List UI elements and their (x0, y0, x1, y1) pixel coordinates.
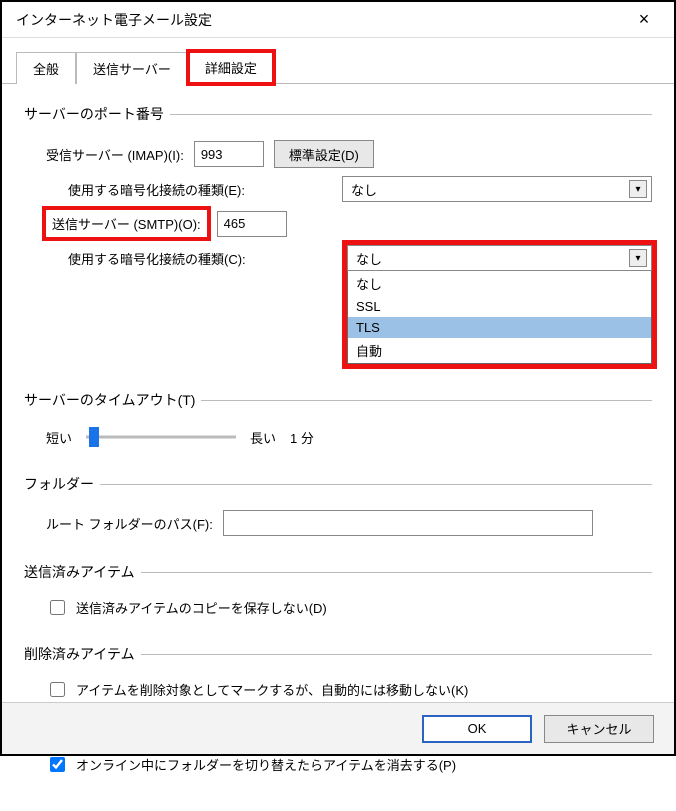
legend-deleted-items: 削除済みアイテム (24, 644, 141, 664)
label-imap: 受信サーバー (IMAP)(I): (46, 145, 184, 164)
select-outgoing-encryption-value: なし (356, 249, 382, 268)
default-settings-button[interactable]: 標準設定(D) (274, 140, 374, 168)
timeout-value: 1 分 (290, 428, 314, 447)
select-outgoing-encryption[interactable]: なし ▾ (347, 245, 652, 271)
ok-button[interactable]: OK (422, 715, 532, 743)
legend-server-ports: サーバーのポート番号 (24, 104, 170, 124)
group-sent-items: 送信済みアイテム 送信済みアイテムのコピーを保存しない(D) (24, 562, 652, 630)
label-dont-save-sent: 送信済みアイテムのコピーを保存しない(D) (76, 598, 327, 617)
titlebar: インターネット電子メール設定 × (2, 2, 674, 38)
tab-strip: 全般 送信サーバー 詳細設定 (2, 38, 674, 84)
tab-advanced[interactable]: 詳細設定 (188, 51, 274, 84)
tab-outgoing-server[interactable]: 送信サーバー (76, 52, 188, 84)
input-imap-port[interactable] (194, 141, 264, 167)
group-folder: フォルダー ルート フォルダーのパス(F): (24, 474, 652, 548)
slider-thumb[interactable] (89, 427, 99, 447)
tab-general[interactable]: 全般 (16, 52, 76, 84)
option-ssl[interactable]: SSL (348, 296, 651, 317)
legend-folder: フォルダー (24, 474, 100, 494)
select-outgoing-encryption-highlight: なし ▾ なし SSL TLS 自動 (347, 245, 652, 364)
label-incoming-encryption: 使用する暗号化接続の種類(E): (68, 180, 245, 199)
cancel-button[interactable]: キャンセル (544, 715, 654, 743)
dropdown-outgoing-encryption: なし SSL TLS 自動 (347, 271, 652, 364)
input-smtp-port[interactable] (217, 211, 287, 237)
label-short: 短い (46, 428, 72, 447)
group-timeout: サーバーのタイムアウト(T) 短い 長い 1 分 (24, 390, 652, 460)
select-incoming-encryption[interactable]: なし ▾ (342, 176, 652, 202)
label-smtp: 送信サーバー (SMTP)(O): (46, 210, 207, 237)
group-server-ports: サーバーのポート番号 受信サーバー (IMAP)(I): 標準設定(D) 使用す… (24, 104, 652, 376)
option-auto[interactable]: 自動 (348, 338, 651, 363)
close-icon[interactable]: × (624, 9, 664, 30)
dialog-window: インターネット電子メール設定 × 全般 送信サーバー 詳細設定 サーバーのポート… (0, 0, 676, 756)
dialog-footer: OK キャンセル (2, 702, 674, 754)
label-purge-on-switch: オンライン中にフォルダーを切り替えたらアイテムを消去する(P) (76, 755, 456, 774)
option-tls[interactable]: TLS (348, 317, 651, 338)
legend-timeout: サーバーのタイムアウト(T) (24, 390, 201, 410)
chevron-down-icon: ▾ (629, 180, 647, 198)
label-mark-for-deletion: アイテムを削除対象としてマークするが、自動的には移動しない(K) (76, 680, 468, 699)
label-long: 長い (250, 428, 276, 447)
legend-sent-items: 送信済みアイテム (24, 562, 141, 582)
checkbox-dont-save-sent[interactable] (50, 600, 65, 615)
checkbox-purge-on-switch[interactable] (50, 757, 65, 772)
input-root-folder[interactable] (223, 510, 593, 536)
label-root-folder: ルート フォルダーのパス(F): (46, 514, 213, 533)
slider-track (86, 436, 236, 439)
label-outgoing-encryption: 使用する暗号化接続の種類(C): (68, 245, 246, 268)
timeout-slider[interactable] (86, 426, 236, 448)
select-incoming-encryption-value: なし (351, 180, 377, 199)
window-title: インターネット電子メール設定 (16, 10, 212, 30)
chevron-down-icon: ▾ (629, 249, 647, 267)
option-none[interactable]: なし (348, 271, 651, 296)
checkbox-mark-for-deletion[interactable] (50, 682, 65, 697)
